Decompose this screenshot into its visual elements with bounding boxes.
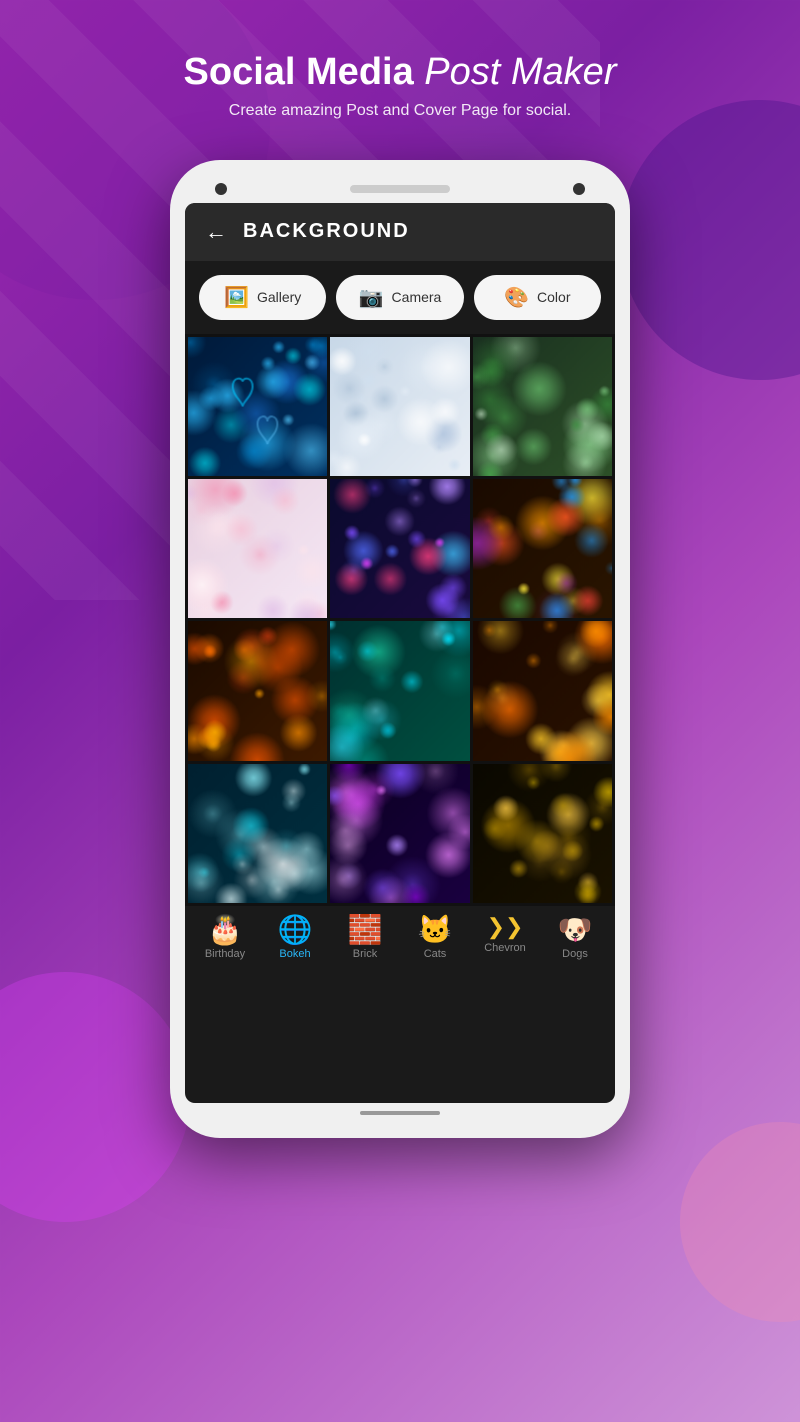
header-subtitle: Create amazing Post and Cover Page for s… xyxy=(20,102,780,120)
header-title-italic: Post Maker xyxy=(424,51,616,93)
tab-birthday[interactable]: 🎂 Birthday xyxy=(195,916,255,960)
camera-icon: 📷 xyxy=(359,285,384,310)
cats-label: Cats xyxy=(424,948,447,960)
camera-label: Camera xyxy=(392,289,442,305)
category-tabs: 🎂 Birthday 🌐 Bokeh 🧱 Brick 🐱 Cats ❯❯ Che… xyxy=(185,906,615,970)
grid-cell-2[interactable] xyxy=(330,337,469,476)
bokeh-icon: 🌐 xyxy=(278,916,313,944)
front-camera-right xyxy=(573,183,585,195)
dogs-icon: 🐶 xyxy=(558,916,593,944)
bg-circle-3 xyxy=(0,972,190,1222)
home-indicator xyxy=(360,1111,440,1115)
brick-icon: 🧱 xyxy=(348,916,383,944)
app-topbar: ← BACKGROUND xyxy=(185,203,615,261)
birthday-icon: 🎂 xyxy=(208,916,243,944)
tab-dogs[interactable]: 🐶 Dogs xyxy=(545,916,605,960)
gallery-icon: 🖼️ xyxy=(224,285,249,310)
tab-brick[interactable]: 🧱 Brick xyxy=(335,916,395,960)
grid-cell-7[interactable] xyxy=(188,621,327,760)
bg-circle-2 xyxy=(620,100,800,380)
phone-mockup: ← BACKGROUND 🖼️ Gallery 📷 Camera 🎨 Color xyxy=(170,160,630,1138)
birthday-label: Birthday xyxy=(205,948,245,960)
grid-cell-10[interactable] xyxy=(188,764,327,903)
tab-cats[interactable]: 🐱 Cats xyxy=(405,916,465,960)
front-camera-left xyxy=(215,183,227,195)
grid-cell-3[interactable] xyxy=(473,337,612,476)
grid-cell-6[interactable] xyxy=(473,479,612,618)
grid-cell-9[interactable] xyxy=(473,621,612,760)
app-screen-title: BACKGROUND xyxy=(243,220,410,243)
bokeh-label: Bokeh xyxy=(279,948,310,960)
tab-chevron[interactable]: ❯❯ Chevron xyxy=(475,916,535,960)
bg-circle-4 xyxy=(680,1122,800,1322)
grid-cell-11[interactable] xyxy=(330,764,469,903)
phone-bottom-bar xyxy=(185,1103,615,1123)
phone-speaker xyxy=(350,185,450,193)
dogs-label: Dogs xyxy=(562,948,588,960)
grid-cell-12[interactable] xyxy=(473,764,612,903)
action-buttons-row: 🖼️ Gallery 📷 Camera 🎨 Color xyxy=(185,261,615,334)
header: Social Media Post Maker Create amazing P… xyxy=(0,0,800,140)
header-title: Social Media Post Maker xyxy=(20,50,780,96)
cats-icon: 🐱 xyxy=(418,916,453,944)
grid-cell-1[interactable] xyxy=(188,337,327,476)
color-label: Color xyxy=(537,289,570,305)
background-image-grid xyxy=(185,334,615,906)
color-icon: 🎨 xyxy=(504,285,529,310)
gallery-label: Gallery xyxy=(257,289,301,305)
grid-cell-5[interactable] xyxy=(330,479,469,618)
brick-label: Brick xyxy=(353,948,377,960)
phone-screen: ← BACKGROUND 🖼️ Gallery 📷 Camera 🎨 Color xyxy=(185,203,615,1103)
gallery-button[interactable]: 🖼️ Gallery xyxy=(199,275,326,320)
tab-bokeh[interactable]: 🌐 Bokeh xyxy=(265,916,325,960)
chevron-label: Chevron xyxy=(484,942,526,954)
phone-top-bar xyxy=(185,175,615,203)
color-button[interactable]: 🎨 Color xyxy=(474,275,601,320)
grid-cell-8[interactable] xyxy=(330,621,469,760)
camera-button[interactable]: 📷 Camera xyxy=(336,275,463,320)
back-button[interactable]: ← xyxy=(205,219,227,245)
grid-cell-4[interactable] xyxy=(188,479,327,618)
chevron-icon: ❯❯ xyxy=(487,916,524,938)
header-title-bold: Social Media xyxy=(184,51,414,93)
